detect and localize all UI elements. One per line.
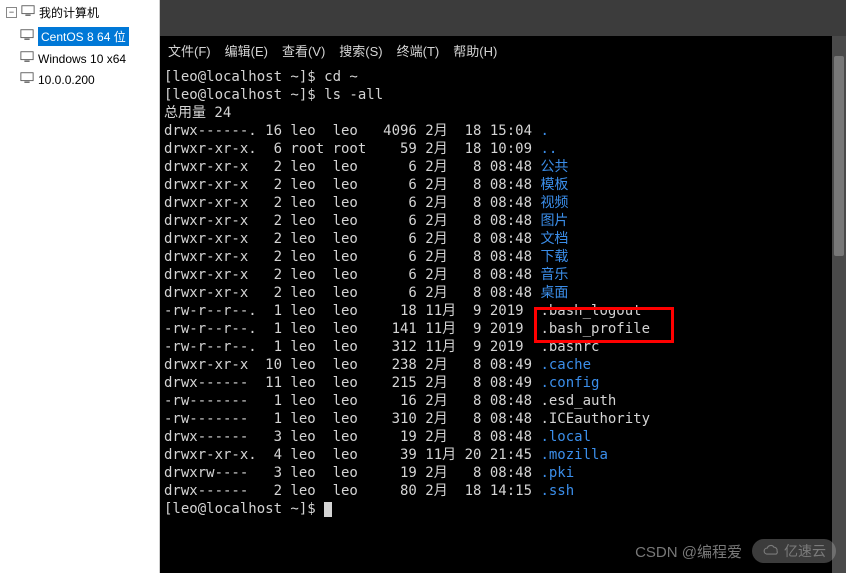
ls-row: -rw------- 1 leo leo 310 2月 8 08:48 .ICE… <box>164 410 842 428</box>
ls-row: drwxr-xr-x 10 leo leo 238 2月 8 08:49 .ca… <box>164 356 842 374</box>
ls-row: -rw-r--r--. 1 leo leo 18 11月 9 2019 .bas… <box>164 302 842 320</box>
ls-row: drwxr-xr-x 2 leo leo 6 2月 8 08:48 模板 <box>164 176 842 194</box>
ls-row: drwx------ 2 leo leo 80 2月 18 14:15 .ssh <box>164 482 842 500</box>
vm-library-sidebar: − 我的计算机 CentOS 8 64 位 Windows 10 x64 10.0.… <box>0 0 160 573</box>
menu-item[interactable]: 终端(T) <box>397 41 440 60</box>
vm-list-item[interactable]: CentOS 8 64 位 <box>0 25 159 48</box>
watermark-brand: 亿速云 <box>752 539 836 563</box>
scrollbar-thumb[interactable] <box>834 56 844 256</box>
vm-item-label: Windows 10 x64 <box>38 52 126 66</box>
vm-console-area: 文件(F) 编辑(E) 查看(V) 搜索(S) 终端(T) 帮助(H) [leo@loca… <box>160 0 846 573</box>
ls-row: -rw-r--r--. 1 leo leo 312 11月 9 2019 .ba… <box>164 338 842 356</box>
ls-row: drwxr-xr-x 2 leo leo 6 2月 8 08:48 视频 <box>164 194 842 212</box>
menu-item[interactable]: 搜索(S) <box>339 41 382 60</box>
cursor <box>324 502 332 517</box>
ls-row: drwxr-xr-x. 6 root root 59 2月 18 10:09 .… <box>164 140 842 158</box>
gnome-terminal-menubar: 文件(F) 编辑(E) 查看(V) 搜索(S) 终端(T) 帮助(H) <box>160 36 846 64</box>
watermark: CSDN @编程爱 亿速云 <box>635 539 836 563</box>
watermark-text: CSDN @编程爱 <box>635 541 742 562</box>
tree-root-label: 我的计算机 <box>39 4 99 21</box>
ls-row: drwx------ 11 leo leo 215 2月 8 08:49 .co… <box>164 374 842 392</box>
vm-icon <box>20 28 34 45</box>
ls-row: -rw------- 1 leo leo 16 2月 8 08:48 .esd_… <box>164 392 842 410</box>
vm-tab-bar[interactable] <box>160 0 846 36</box>
ls-row: drwxr-xr-x 2 leo leo 6 2月 8 08:48 下载 <box>164 248 842 266</box>
ls-row: drwx------. 16 leo leo 4096 2月 18 15:04 … <box>164 122 842 140</box>
ls-row: drwxr-xr-x 2 leo leo 6 2月 8 08:48 公共 <box>164 158 842 176</box>
ls-row: drwxrw---- 3 leo leo 19 2月 8 08:48 .pki <box>164 464 842 482</box>
ls-row: drwx------ 3 leo leo 19 2月 8 08:48 .loca… <box>164 428 842 446</box>
menu-item[interactable]: 帮助(H) <box>453 41 497 60</box>
collapse-icon[interactable]: − <box>6 7 17 18</box>
vm-list-item[interactable]: 10.0.0.200 <box>0 69 159 90</box>
ls-row: drwxr-xr-x 2 leo leo 6 2月 8 08:48 文档 <box>164 230 842 248</box>
computer-icon <box>21 4 35 21</box>
menu-item[interactable]: 查看(V) <box>282 41 325 60</box>
menu-item[interactable]: 文件(F) <box>168 41 211 60</box>
vm-item-label: CentOS 8 64 位 <box>38 27 129 46</box>
vm-list-item[interactable]: Windows 10 x64 <box>0 48 159 69</box>
ls-row: drwxr-xr-x 2 leo leo 6 2月 8 08:48 桌面 <box>164 284 842 302</box>
vm-icon <box>20 50 34 67</box>
ls-row: -rw-r--r--. 1 leo leo 141 11月 9 2019 .ba… <box>164 320 842 338</box>
menu-item[interactable]: 编辑(E) <box>225 41 268 60</box>
cloud-icon <box>762 544 780 558</box>
tree-root[interactable]: − 我的计算机 <box>0 0 159 25</box>
ls-row: drwxr-xr-x 2 leo leo 6 2月 8 08:48 音乐 <box>164 266 842 284</box>
terminal-output[interactable]: [leo@localhost ~]$ cd ~[leo@localhost ~]… <box>160 64 846 573</box>
ls-row: drwxr-xr-x. 4 leo leo 39 11月 20 21:45 .m… <box>164 446 842 464</box>
vm-icon <box>20 71 34 88</box>
vertical-scrollbar[interactable] <box>832 36 846 573</box>
ls-row: drwxr-xr-x 2 leo leo 6 2月 8 08:48 图片 <box>164 212 842 230</box>
vm-item-label: 10.0.0.200 <box>38 73 95 87</box>
